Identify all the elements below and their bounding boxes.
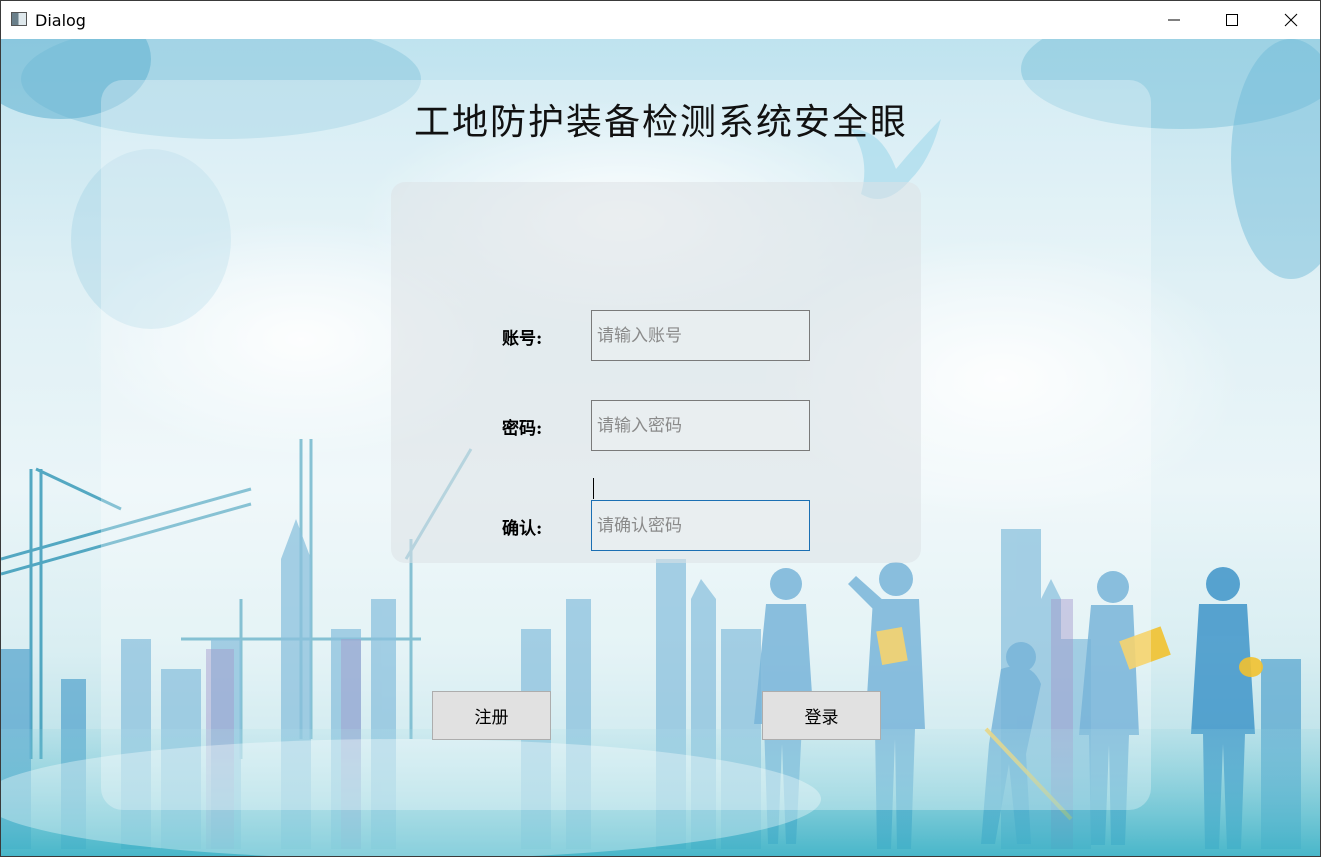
dialog-window: Dialog 工地防护装备检测系统安全眼 账号: 请输入账号 密码: 请输入密码…	[0, 0, 1321, 857]
title-bar[interactable]: Dialog	[1, 1, 1320, 39]
close-icon	[1284, 13, 1298, 27]
register-button[interactable]: 注册	[432, 691, 551, 740]
password-label: 密码:	[502, 419, 543, 439]
confirm-label: 确认:	[502, 519, 543, 539]
account-label: 账号:	[502, 329, 543, 349]
login-button[interactable]: 登录	[762, 691, 881, 740]
password-input[interactable]	[591, 400, 810, 451]
minimize-icon	[1168, 19, 1180, 21]
account-input[interactable]	[591, 310, 810, 361]
window-title: Dialog	[35, 11, 86, 30]
text-caret	[593, 478, 594, 499]
page-title: 工地防护装备检测系统安全眼	[413, 102, 908, 143]
close-button[interactable]	[1262, 1, 1320, 39]
app-icon	[11, 12, 27, 26]
minimize-button[interactable]	[1145, 1, 1203, 39]
confirm-password-input[interactable]	[591, 500, 810, 551]
maximize-icon	[1226, 14, 1238, 26]
maximize-button[interactable]	[1203, 1, 1261, 39]
